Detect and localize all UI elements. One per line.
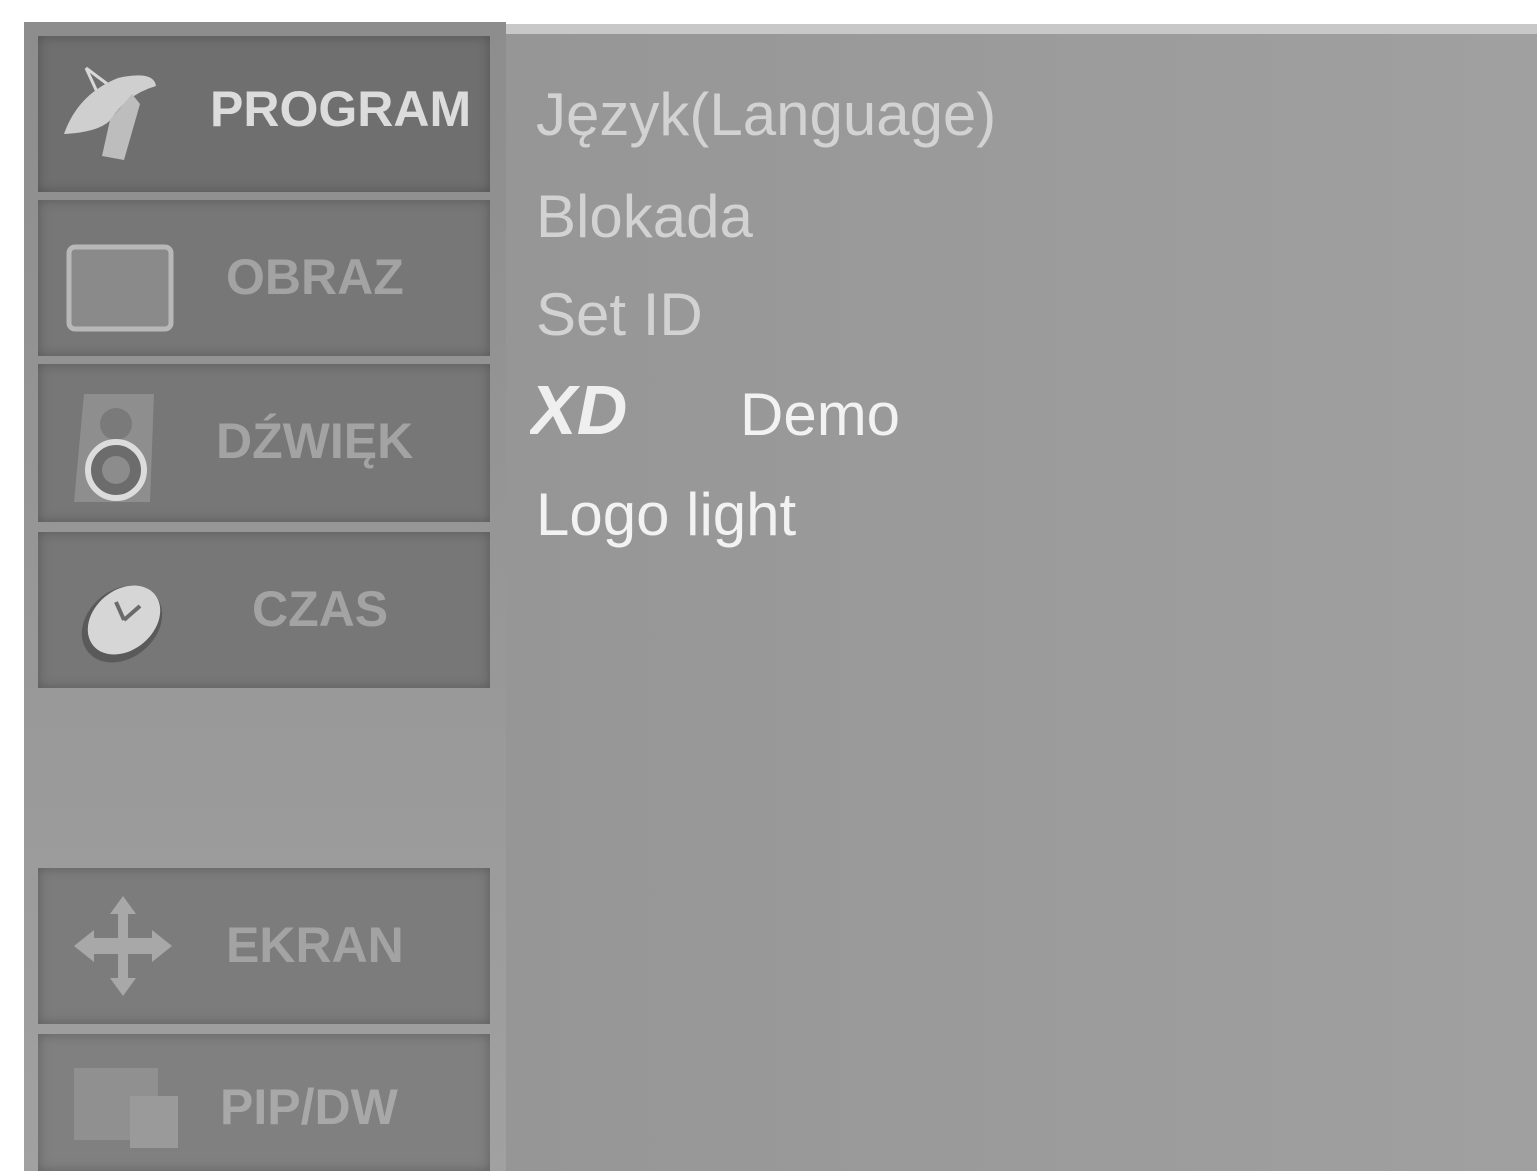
option-logo-light[interactable]: Logo light	[536, 480, 796, 549]
option-lock[interactable]: Blokada	[536, 182, 753, 251]
move-arrows-icon	[68, 894, 178, 1003]
menu-item-czas[interactable]: CZAS	[38, 532, 490, 688]
tv-osd-screen: PROGRAM OBRAZ DŹWIĘK CZAS EKRAN PIP/DW J…	[0, 0, 1537, 1171]
menu-item-label: PIP/DW	[220, 1079, 398, 1135]
menu-item-dzwiek[interactable]: DŹWIĘK	[38, 364, 490, 522]
satellite-dish-icon	[58, 64, 162, 169]
menu-item-label: PROGRAM	[210, 81, 472, 137]
menu-item-label: EKRAN	[226, 917, 404, 973]
menu-item-label: DŹWIĘK	[216, 413, 414, 469]
menu-item-ekran[interactable]: EKRAN	[38, 868, 490, 1024]
pip-window-icon	[74, 1068, 178, 1153]
option-set-id[interactable]: Set ID	[536, 280, 703, 349]
tv-screen-icon	[66, 244, 176, 339]
menu-item-obraz[interactable]: OBRAZ	[38, 200, 490, 356]
clock-icon	[66, 572, 182, 677]
menu-item-label: OBRAZ	[226, 249, 404, 305]
menu-item-label: CZAS	[252, 581, 389, 637]
speaker-icon	[70, 390, 160, 511]
menu-item-program[interactable]: PROGRAM	[38, 36, 490, 192]
xd-logo-text: XD	[530, 378, 627, 440]
menu-item-pip[interactable]: PIP/DW	[38, 1034, 490, 1171]
option-demo[interactable]: Demo	[740, 380, 900, 449]
option-language[interactable]: Język(Language)	[536, 80, 996, 149]
xd-logo: XD	[526, 371, 702, 449]
